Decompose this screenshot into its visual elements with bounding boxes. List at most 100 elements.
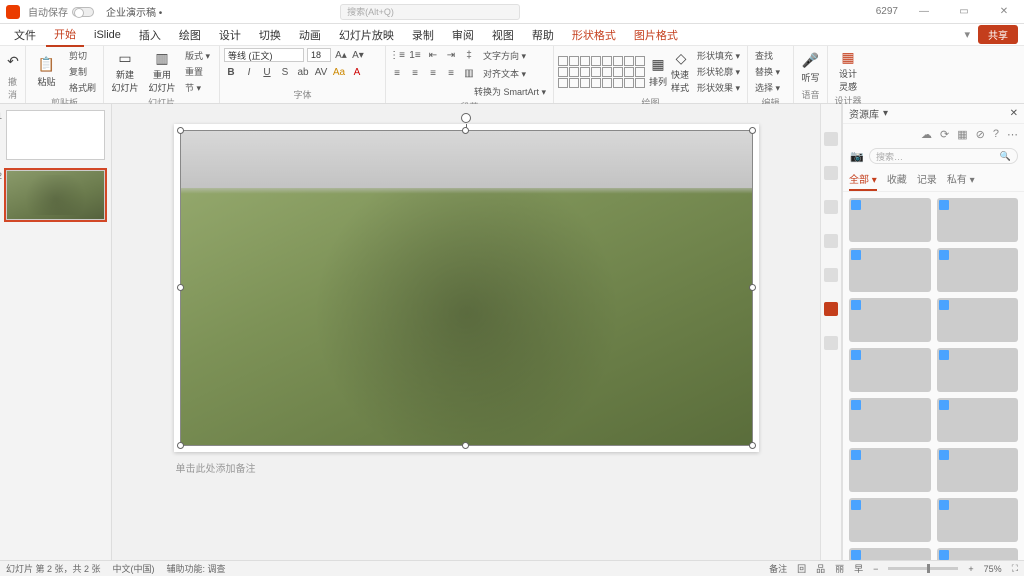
view-slideshow-icon[interactable]: 早 bbox=[854, 562, 863, 575]
align-text-button[interactable]: 对齐文本 ▾ bbox=[480, 66, 529, 81]
tab-help[interactable]: 帮助 bbox=[524, 24, 562, 46]
tab-picture-format[interactable]: 图片格式 bbox=[626, 24, 686, 46]
resource-tile[interactable] bbox=[937, 498, 1019, 542]
slide-thumb-2[interactable]: 2 bbox=[6, 170, 105, 220]
resource-tile[interactable] bbox=[849, 248, 931, 292]
resource-grid[interactable] bbox=[843, 192, 1024, 560]
align-left-button[interactable]: ≡ bbox=[390, 67, 404, 81]
notes-placeholder[interactable]: 单击此处添加备注 bbox=[174, 452, 759, 483]
shape-outline-button[interactable]: 形状轮廓 ▾ bbox=[694, 64, 743, 79]
tab-design[interactable]: 设计 bbox=[211, 24, 249, 46]
panel-close-icon[interactable]: ✕ bbox=[1010, 108, 1018, 119]
grid-icon[interactable]: ▦ bbox=[957, 128, 967, 141]
toggle-icon[interactable] bbox=[72, 7, 94, 17]
slide-editor[interactable]: 单击此处添加备注 bbox=[112, 104, 820, 560]
resource-tile[interactable] bbox=[849, 198, 931, 242]
res-tab-history[interactable]: 记录 bbox=[917, 168, 937, 191]
shape-effect-button[interactable]: 形状效果 ▾ bbox=[694, 80, 743, 95]
resource-tile[interactable] bbox=[937, 198, 1019, 242]
line-spacing-button[interactable]: ‡ bbox=[462, 49, 476, 63]
resource-tile[interactable] bbox=[849, 548, 931, 560]
justify-button[interactable]: ≡ bbox=[444, 67, 458, 81]
sidestrip-icon-7[interactable] bbox=[824, 336, 838, 350]
tab-record[interactable]: 录制 bbox=[404, 24, 442, 46]
sidestrip-icon-1[interactable] bbox=[824, 132, 838, 146]
underline-button[interactable]: U bbox=[260, 65, 274, 79]
view-sorter-icon[interactable]: 品 bbox=[816, 562, 825, 575]
zoom-value[interactable]: 75% bbox=[984, 564, 1002, 574]
shadow-button[interactable]: ab bbox=[296, 65, 310, 79]
slide-thumb-1[interactable]: 1 bbox=[6, 110, 105, 160]
font-size-select[interactable]: 18 bbox=[307, 48, 331, 62]
tab-review[interactable]: 审阅 bbox=[444, 24, 482, 46]
resize-handle-r[interactable] bbox=[749, 284, 756, 291]
text-direction-button[interactable]: 文字方向 ▾ bbox=[480, 48, 529, 63]
document-title[interactable]: 企业演示稿 • bbox=[106, 4, 162, 19]
designer-button[interactable]: ▦设计 灵感 bbox=[832, 48, 864, 93]
resource-tile[interactable] bbox=[849, 498, 931, 542]
zoom-out-icon[interactable]: − bbox=[873, 564, 878, 574]
resource-tile[interactable] bbox=[937, 398, 1019, 442]
shrink-font-icon[interactable]: A▾ bbox=[351, 48, 365, 62]
layout-button[interactable]: 版式 ▾ bbox=[182, 48, 213, 63]
zoom-slider[interactable] bbox=[888, 567, 958, 570]
status-access[interactable]: 辅助功能: 调查 bbox=[167, 562, 226, 575]
sidestrip-icon-3[interactable] bbox=[824, 200, 838, 214]
ribbon-collapse-icon[interactable]: ▾ bbox=[964, 28, 970, 41]
status-notes-button[interactable]: 备注 bbox=[769, 562, 787, 575]
highlight-button[interactable]: Aa bbox=[332, 65, 346, 79]
columns-button[interactable]: ▥ bbox=[462, 67, 476, 81]
res-tab-fav[interactable]: 收藏 bbox=[887, 168, 907, 191]
dictate-button[interactable]: 🎤听写 bbox=[798, 52, 823, 84]
help-icon[interactable]: ? bbox=[993, 128, 999, 140]
refresh-icon[interactable]: ⟳ bbox=[940, 128, 949, 141]
slide-canvas[interactable] bbox=[174, 124, 759, 452]
resource-tile[interactable] bbox=[937, 548, 1019, 560]
resource-search-input[interactable]: 搜索… 🔍 bbox=[869, 148, 1018, 164]
resource-tile[interactable] bbox=[937, 348, 1019, 392]
tab-insert[interactable]: 插入 bbox=[131, 24, 169, 46]
spacing-button[interactable]: AV bbox=[314, 65, 328, 79]
copy-button[interactable]: 复制 bbox=[66, 64, 99, 79]
resize-handle-bl[interactable] bbox=[177, 442, 184, 449]
tab-animation[interactable]: 动画 bbox=[291, 24, 329, 46]
resource-tile[interactable] bbox=[849, 398, 931, 442]
res-tab-all[interactable]: 全部 ▾ bbox=[849, 168, 877, 191]
resource-tile[interactable] bbox=[849, 348, 931, 392]
close-button[interactable]: ✕ bbox=[990, 6, 1018, 17]
resource-tile[interactable] bbox=[937, 298, 1019, 342]
sidestrip-icon-5[interactable] bbox=[824, 268, 838, 282]
shape-fill-button[interactable]: 形状填充 ▾ bbox=[694, 48, 743, 63]
indent-dec-button[interactable]: ⇤ bbox=[426, 49, 440, 63]
find-button[interactable]: 查找 bbox=[752, 48, 776, 63]
sidestrip-icon-6[interactable] bbox=[824, 302, 838, 316]
paste-button[interactable]: 📋粘贴 bbox=[30, 56, 63, 88]
undo-button[interactable]: ↶ bbox=[4, 52, 22, 70]
tab-transition[interactable]: 切换 bbox=[251, 24, 289, 46]
tab-islide[interactable]: iSlide bbox=[86, 26, 129, 44]
quick-style-button[interactable]: ◇快速样式 bbox=[671, 49, 691, 94]
fit-window-icon[interactable]: ⛶ bbox=[1012, 563, 1018, 574]
shapes-gallery[interactable] bbox=[558, 56, 645, 88]
section-button[interactable]: 节 ▾ bbox=[182, 80, 213, 95]
tab-slideshow[interactable]: 幻灯片放映 bbox=[331, 24, 402, 46]
tab-file[interactable]: 文件 bbox=[6, 24, 44, 46]
selected-image[interactable] bbox=[180, 130, 753, 446]
camera-icon[interactable]: 📷 bbox=[849, 148, 865, 164]
cut-button[interactable]: 剪切 bbox=[66, 48, 99, 63]
panel-dropdown-icon[interactable]: ▾ bbox=[883, 108, 888, 119]
font-name-select[interactable]: 等线 (正文) bbox=[224, 48, 304, 62]
rotate-handle-icon[interactable] bbox=[461, 113, 471, 123]
align-right-button[interactable]: ≡ bbox=[426, 67, 440, 81]
slide-thumbnail-panel[interactable]: 1 2 bbox=[0, 104, 112, 560]
status-lang[interactable]: 中文(中国) bbox=[113, 562, 155, 575]
resize-handle-b[interactable] bbox=[462, 442, 469, 449]
tab-shape-format[interactable]: 形状格式 bbox=[564, 24, 624, 46]
new-slide-button[interactable]: ▭新建 幻灯片 bbox=[108, 49, 142, 94]
res-tab-private[interactable]: 私有 ▾ bbox=[947, 168, 975, 191]
autosave-toggle[interactable]: 自动保存 bbox=[28, 4, 94, 19]
maximize-button[interactable]: ▭ bbox=[950, 6, 978, 17]
replace-button[interactable]: 替换 ▾ bbox=[752, 64, 783, 79]
link-icon[interactable]: ⊘ bbox=[976, 128, 985, 141]
arrange-button[interactable]: ▦排列 bbox=[648, 56, 668, 88]
